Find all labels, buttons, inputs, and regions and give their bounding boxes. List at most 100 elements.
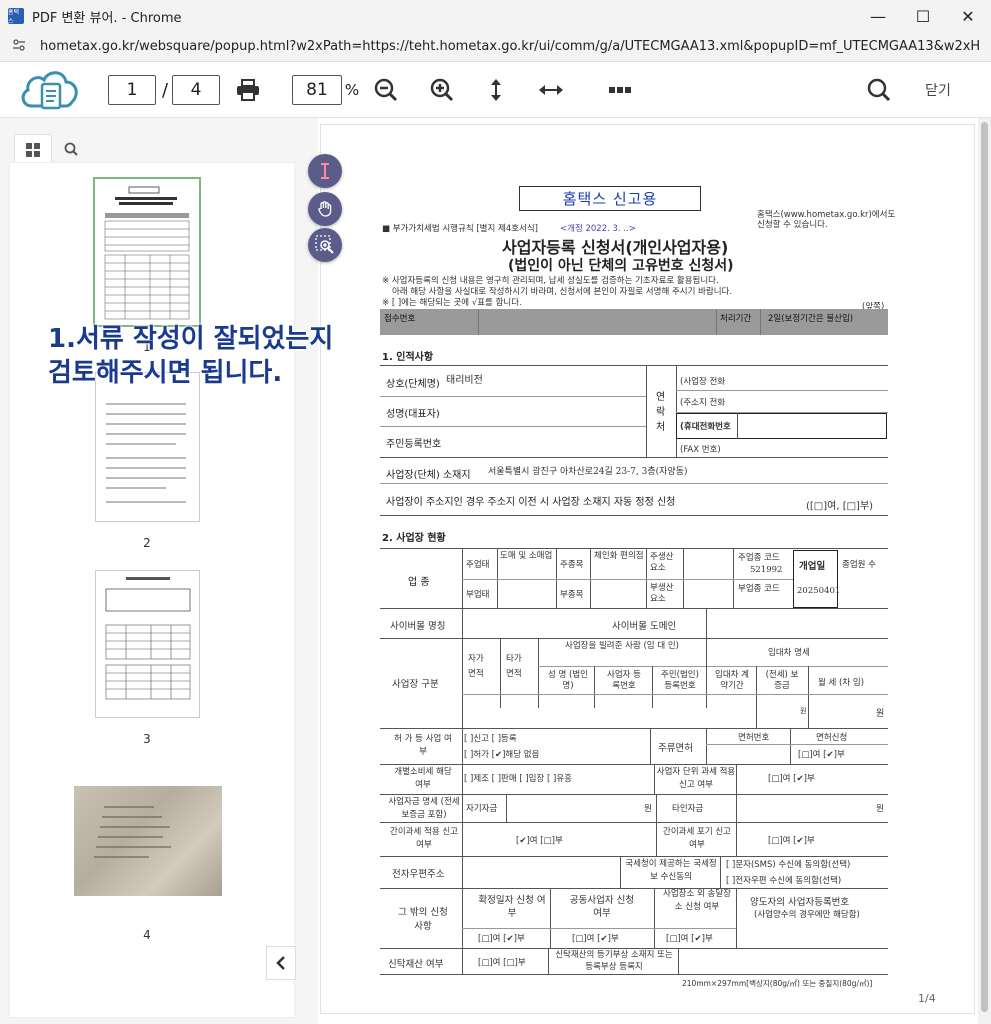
hand-icon <box>318 201 332 217</box>
cyber-mall-domain-label: 사이버몰 도메인 <box>612 621 677 632</box>
excise-options[interactable]: [ ]제조 [ ]판매 [ ]입장 [ ]유흥 <box>464 772 572 784</box>
processing-days: 2일(보정기간은 불산입) <box>768 314 854 324</box>
address-auto-yes-no[interactable]: ([□]여, [□]부) <box>806 497 873 512</box>
minimize-button[interactable]: — <box>855 0 901 32</box>
contact-label: 연락처 <box>656 392 666 433</box>
fund-label: 사업자금 명세 (전세보증금 포함) <box>388 797 460 820</box>
confirm-date-label: 확정일자 신청 여부 <box>478 895 546 919</box>
license-number-label: 면허번호 <box>738 733 770 743</box>
paper-spec: 210mm×297mm[백상지(80g/㎡) 또는 중질지(80g/㎡)] <box>682 979 873 988</box>
overlay-line-2: 검토해주시면 됩니다. <box>48 358 283 388</box>
tab-thumbnails[interactable] <box>14 134 52 164</box>
receipt-no-label: 접수번호 <box>384 314 416 324</box>
license-yes-no[interactable]: [□]여 [✔]부 <box>798 748 845 760</box>
simple-waive-yes-no[interactable]: [□]여 [✔]부 <box>768 834 815 846</box>
trust-yes-no[interactable]: [□]여 [□]부 <box>478 956 526 968</box>
employee-count-label: 종업원 수 <box>842 560 876 570</box>
marquee-zoom-tool-button[interactable] <box>308 228 342 262</box>
simple-tax-yes-no[interactable]: [✔]여 [□]부 <box>516 834 563 846</box>
other-requests-label: 그 밖의 신청사항 <box>398 907 448 932</box>
tab-search[interactable] <box>52 134 90 164</box>
thumbnail-label-4: 4 <box>143 928 151 942</box>
page-preview-3 <box>105 577 191 700</box>
text-select-tool-button[interactable] <box>308 154 342 188</box>
page-preview-4 <box>94 806 171 858</box>
unit-tax-label: 사업자 단위 과세 적용 신고 여부 <box>656 767 736 790</box>
page-total: 4 <box>172 75 220 105</box>
license-apply-label: 면허신청 <box>816 733 848 743</box>
open-date-label: 개업일 <box>799 561 826 572</box>
page-thumbnail-4[interactable] <box>74 786 222 896</box>
main-item-label: 주종목 <box>560 560 584 570</box>
review-instruction-overlay: 1.서류 작성이 잘되었는지 검토해주시면 됩니다. <box>48 322 333 390</box>
delivery-place-label: 사업장소 외 송달장소 신청 여부 <box>663 889 731 912</box>
monthly-rent-label: 월 세 (차 임) <box>818 678 865 688</box>
trust-registry-label: 신탁재산의 등기부상 소재지 또는 등록부상 등록지 <box>555 950 673 972</box>
collapse-sidebar-button[interactable] <box>266 946 296 980</box>
scrollbar-thumb[interactable] <box>981 122 988 1012</box>
excise-label: 개별소비세 해당 여부 <box>394 767 452 790</box>
main-type-value: 도매 및 소매업 <box>500 551 553 561</box>
page-thumbnail-1[interactable] <box>93 177 201 327</box>
joint-business-label: 공동사업자 신청 여부 <box>569 895 635 919</box>
close-viewer-button[interactable]: 닫기 <box>918 78 958 102</box>
page-number-input[interactable]: 1 <box>108 75 156 105</box>
hometax-stamp: 홈택스 신고용 <box>519 186 701 211</box>
section-1-heading: 1. 인적사항 <box>382 352 434 363</box>
marquee-zoom-icon <box>315 235 334 254</box>
chevron-left-icon <box>276 956 285 970</box>
lessor-label: 사업장을 빌려준 사람 (임 대 인) <box>565 641 679 651</box>
other-fund-won: 원 <box>876 804 884 814</box>
url-text[interactable]: hometax.go.kr/websquare/popup.html?w2xPa… <box>40 39 980 54</box>
confirm-date-yes-no[interactable]: [□]여 [✔]부 <box>478 932 525 944</box>
email-consent-option[interactable]: [ ]전자우편 수신에 동의함(선택) <box>726 874 841 886</box>
site-info-icon[interactable] <box>12 38 32 55</box>
permit-options-2[interactable]: [ ]허가 [✔]해당 없음 <box>464 748 539 760</box>
resident-number-label: 주민등록번호 <box>386 439 442 450</box>
joint-yes-no[interactable]: [□]여 [✔]부 <box>572 932 619 944</box>
page-thumbnail-3[interactable] <box>95 570 200 718</box>
deposit-label: (전세) 보증금 <box>765 670 799 691</box>
pdf-toolbar: 1 / 4 81 % 닫기 <box>0 62 991 118</box>
page-preview-2 <box>106 403 186 503</box>
simple-tax-label: 간이과세 적용 신고 여부 <box>390 827 458 850</box>
trust-label: 신탁재산 여부 <box>388 959 444 970</box>
delivery-yes-no[interactable]: [□]여 [✔]부 <box>666 932 713 944</box>
sub-production-label: 부생산 요소 <box>650 583 674 604</box>
zoom-out-icon[interactable] <box>372 76 400 104</box>
vertical-scrollbar[interactable] <box>978 118 991 1024</box>
more-options-icon[interactable] <box>606 76 634 104</box>
form-subtitle: (법인이 아닌 단체의 고유번호 신청서) <box>508 258 734 274</box>
sms-consent-option[interactable]: [ ]문자(SMS) 수신에 동의함(선택) <box>726 858 850 870</box>
business-place-label: 사업장 구분 <box>392 679 439 690</box>
own-fund-label: 자기자금 <box>466 804 498 814</box>
overlay-line-1: 1.서류 작성이 잘되었는지 <box>48 324 334 354</box>
zoom-input[interactable]: 81 <box>292 75 342 105</box>
representative-name-label: 성명(대표자) <box>386 409 440 420</box>
fit-width-icon[interactable] <box>536 76 566 104</box>
maximize-button[interactable]: ☐ <box>900 0 946 32</box>
search-icon[interactable] <box>864 76 894 104</box>
business-address-label: 사업장(단체) 소재지 <box>386 470 471 481</box>
unit-tax-yes-no[interactable]: [□]여 [✔]부 <box>768 772 815 784</box>
transferor-sub-label: (사업양수의 경우에만 해당함) <box>754 910 860 920</box>
close-window-button[interactable]: ✕ <box>945 0 991 32</box>
hand-tool-button[interactable] <box>308 192 342 226</box>
thumbnail-label-3: 3 <box>143 732 151 746</box>
open-date-value: 20250401 <box>797 586 841 596</box>
section-2-heading: 2. 사업장 현황 <box>382 533 446 544</box>
zoom-in-icon[interactable] <box>428 76 456 104</box>
form-revision: <개정 2022. 3. ..> <box>560 224 636 234</box>
main-code-label: 주업종 코드 <box>738 553 780 563</box>
industry-label: 업 종 <box>408 577 430 588</box>
permit-label: 허 가 등 사업 여부 <box>394 734 452 757</box>
page-thumbnail-2[interactable] <box>95 372 200 522</box>
fit-height-icon[interactable] <box>484 76 508 104</box>
phone-mobile-label: (휴대전화번호 <box>680 422 731 432</box>
hometax-favicon-icon: 홈택스 <box>8 8 24 25</box>
lessor-regno-label: 주민(법인) 등록번호 <box>661 670 699 691</box>
permit-options-1[interactable]: [ ]신고 [ ]등록 <box>464 732 517 744</box>
print-icon[interactable] <box>234 76 262 104</box>
nts-info-consent-label: 국세청이 제공하는 국세정보 수신동의 <box>625 859 717 882</box>
page-separator: / <box>161 79 169 101</box>
